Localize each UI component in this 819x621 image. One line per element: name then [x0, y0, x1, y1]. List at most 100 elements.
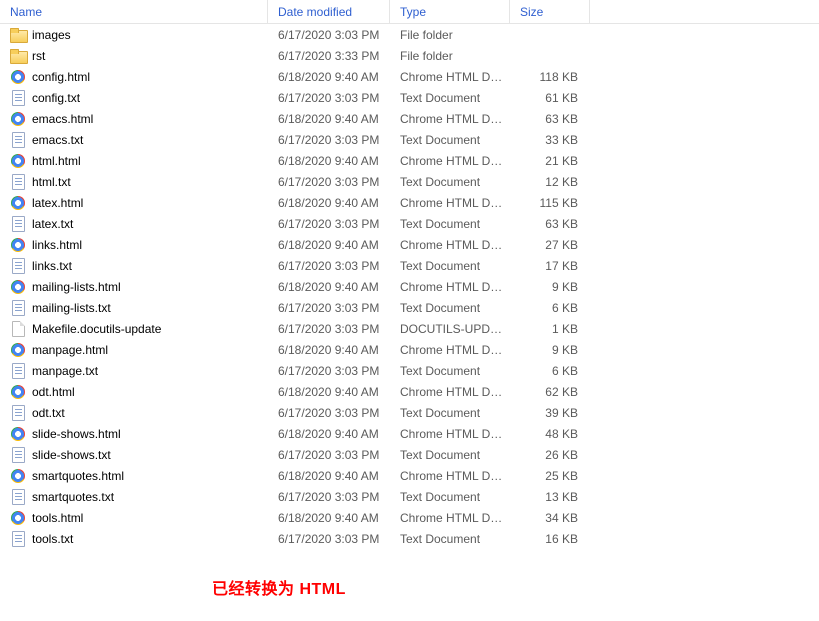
file-name-cell: links.html [0, 237, 268, 253]
file-name-label: images [32, 28, 71, 42]
file-size-cell: 39 KB [510, 406, 590, 420]
file-row[interactable]: smartquotes.txt6/17/2020 3:03 PMText Doc… [0, 486, 819, 507]
file-name-label: config.txt [32, 91, 80, 105]
file-size-cell: 62 KB [510, 385, 590, 399]
file-row[interactable]: mailing-lists.txt6/17/2020 3:03 PMText D… [0, 297, 819, 318]
file-type-cell: Chrome HTML Do… [390, 469, 510, 483]
file-name-cell: mailing-lists.txt [0, 300, 268, 316]
chrome-html-icon [10, 468, 26, 484]
file-name-cell: odt.html [0, 384, 268, 400]
file-row[interactable]: smartquotes.html6/18/2020 9:40 AMChrome … [0, 465, 819, 486]
file-row[interactable]: odt.html6/18/2020 9:40 AMChrome HTML Do…… [0, 381, 819, 402]
file-type-cell: Chrome HTML Do… [390, 511, 510, 525]
file-name-cell: mailing-lists.html [0, 279, 268, 295]
file-date-cell: 6/18/2020 9:40 AM [268, 70, 390, 84]
file-name-label: links.txt [32, 259, 72, 273]
chrome-html-icon [10, 426, 26, 442]
file-name-label: slide-shows.html [32, 427, 121, 441]
file-name-cell: html.txt [0, 174, 268, 190]
text-document-icon [10, 258, 26, 274]
chrome-html-icon [10, 195, 26, 211]
file-row[interactable]: manpage.txt6/17/2020 3:03 PMText Documen… [0, 360, 819, 381]
file-type-cell: Chrome HTML Do… [390, 238, 510, 252]
file-name-cell: latex.html [0, 195, 268, 211]
file-name-label: slide-shows.txt [32, 448, 111, 462]
chrome-html-icon [10, 153, 26, 169]
file-row[interactable]: config.html6/18/2020 9:40 AMChrome HTML … [0, 66, 819, 87]
file-row[interactable]: tools.txt6/17/2020 3:03 PMText Document1… [0, 528, 819, 549]
text-document-icon [10, 132, 26, 148]
file-row[interactable]: slide-shows.txt 6/17/2020 3:03 PMText Doc… [0, 444, 819, 465]
file-name-label: smartquotes.html [32, 469, 124, 483]
file-name-cell: tools.txt [0, 531, 268, 547]
file-date-cell: 6/17/2020 3:03 PM [268, 91, 390, 105]
text-document-icon [10, 363, 26, 379]
file-name-cell: emacs.html [0, 111, 268, 127]
file-type-cell: Text Document [390, 448, 510, 462]
file-size-cell: 115 KB [510, 196, 590, 210]
file-type-cell: Text Document [390, 490, 510, 504]
file-type-cell: Chrome HTML Do… [390, 343, 510, 357]
file-name-cell: odt.txt [0, 405, 268, 421]
file-row[interactable]: latex.txt6/17/2020 3:03 PMText Document6… [0, 213, 819, 234]
text-document-icon [10, 216, 26, 232]
file-row[interactable]: config.txt6/17/2020 3:03 PMText Document… [0, 87, 819, 108]
file-size-cell: 9 KB [510, 343, 590, 357]
file-explorer-details-view: Name Date modified Type Size images6/17/… [0, 0, 819, 549]
file-date-cell: 6/18/2020 9:40 AM [268, 385, 390, 399]
column-header-date-modified[interactable]: Date modified [268, 0, 390, 23]
file-size-cell: 9 KB [510, 280, 590, 294]
file-date-cell: 6/17/2020 3:03 PM [268, 217, 390, 231]
file-name-label: emacs.txt [32, 133, 83, 147]
file-row[interactable]: latex.html6/18/2020 9:40 AMChrome HTML D… [0, 192, 819, 213]
file-date-cell: 6/18/2020 9:40 AM [268, 112, 390, 126]
file-row[interactable]: emacs.txt6/17/2020 3:03 PMText Document3… [0, 129, 819, 150]
file-type-cell: Text Document [390, 217, 510, 231]
file-row[interactable]: links.txt6/17/2020 3:03 PMText Document1… [0, 255, 819, 276]
file-row[interactable]: emacs.html 6/18/2020 9:40 AMChrome HTML D… [0, 108, 819, 129]
text-document-icon [10, 174, 26, 190]
file-name-cell: images [0, 27, 268, 43]
file-row[interactable]: Makefile.docutils-update6/17/2020 3:03 P… [0, 318, 819, 339]
file-row[interactable]: images6/17/2020 3:03 PMFile folder [0, 24, 819, 45]
column-header-name[interactable]: Name [0, 0, 268, 23]
file-name-cell: Makefile.docutils-update [0, 321, 268, 337]
file-date-cell: 6/18/2020 9:40 AM [268, 343, 390, 357]
chrome-html-icon [10, 111, 26, 127]
file-row[interactable]: odt.txt6/17/2020 3:03 PMText Document39 … [0, 402, 819, 423]
file-row[interactable]: html.txt6/17/2020 3:03 PMText Document12… [0, 171, 819, 192]
file-row[interactable]: links.html 6/18/2020 9:40 AMChrome HTML D… [0, 234, 819, 255]
file-size-cell: 12 KB [510, 175, 590, 189]
file-row[interactable]: rst6/17/2020 3:33 PMFile folder [0, 45, 819, 66]
file-date-cell: 6/18/2020 9:40 AM [268, 238, 390, 252]
file-size-cell: 1 KB [510, 322, 590, 336]
file-row[interactable]: html.html6/18/2020 9:40 AMChrome HTML Do… [0, 150, 819, 171]
column-header-size[interactable]: Size [510, 0, 590, 23]
file-date-cell: 6/17/2020 3:03 PM [268, 532, 390, 546]
file-size-cell: 61 KB [510, 91, 590, 105]
column-header-type[interactable]: Type [390, 0, 510, 23]
file-name-cell: config.html [0, 69, 268, 85]
file-name-label: emacs.html [32, 112, 93, 126]
file-date-cell: 6/17/2020 3:03 PM [268, 322, 390, 336]
file-size-cell: 26 KB [510, 448, 590, 462]
file-size-cell: 63 KB [510, 217, 590, 231]
file-size-cell: 118 KB [510, 70, 590, 84]
file-size-cell: 33 KB [510, 133, 590, 147]
file-icon [10, 321, 26, 337]
file-row[interactable]: manpage.html6/18/2020 9:40 AMChrome HTML… [0, 339, 819, 360]
file-name-cell: html.html [0, 153, 268, 169]
file-name-label: links.html [32, 238, 82, 252]
file-row[interactable]: mailing-lists.html6/18/2020 9:40 AMChrom… [0, 276, 819, 297]
file-rows-container: images6/17/2020 3:03 PMFile folderrst6/1… [0, 24, 819, 549]
file-name-label: html.txt [32, 175, 71, 189]
file-size-cell: 16 KB [510, 532, 590, 546]
file-name-label: rst [32, 49, 45, 63]
file-type-cell: Text Document [390, 301, 510, 315]
file-date-cell: 6/17/2020 3:03 PM [268, 448, 390, 462]
file-row[interactable]: slide-shows.html6/18/2020 9:40 AMChrome … [0, 423, 819, 444]
file-name-label: tools.txt [32, 532, 73, 546]
file-date-cell: 6/18/2020 9:40 AM [268, 427, 390, 441]
file-type-cell: Chrome HTML Do… [390, 112, 510, 126]
file-row[interactable]: tools.html6/18/2020 9:40 AMChrome HTML D… [0, 507, 819, 528]
